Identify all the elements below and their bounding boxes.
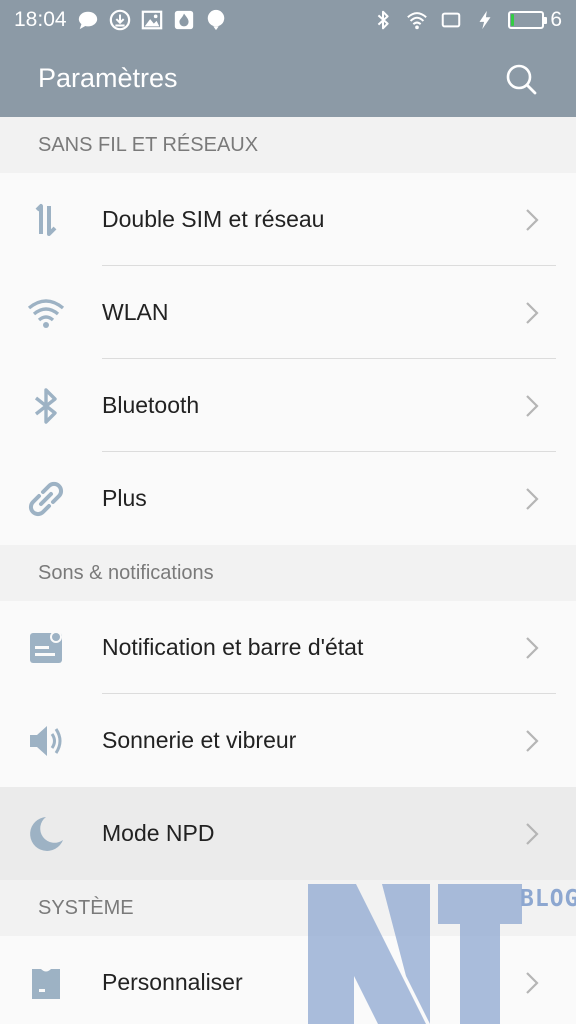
message-icon xyxy=(77,9,99,31)
app-bar: Paramètres xyxy=(0,40,576,117)
chevron-right-icon xyxy=(524,393,540,419)
page-title: Paramètres xyxy=(38,63,178,93)
status-bar: 18:04 6 xyxy=(0,0,576,40)
chevron-right-icon xyxy=(524,207,540,233)
section-header-system: SYSTÈME xyxy=(0,880,576,936)
bluetooth-icon xyxy=(0,386,102,426)
chevron-right-icon xyxy=(524,635,540,661)
bluetooth-icon xyxy=(372,9,394,31)
settings-item-do-not-disturb[interactable]: Mode NPD xyxy=(0,787,576,880)
settings-item-bluetooth[interactable]: Bluetooth xyxy=(0,359,576,452)
wifi-icon xyxy=(406,9,428,31)
section-header-sounds: Sons & notifications xyxy=(0,545,576,601)
dual-sim-icon xyxy=(0,200,102,240)
settings-item-label: Bluetooth xyxy=(102,392,200,418)
chevron-right-icon xyxy=(524,486,540,512)
status-time: 18:04 xyxy=(14,8,67,31)
settings-list: SANS FIL ET RÉSEAUX Double SIM et réseau… xyxy=(0,117,576,1024)
balloon-icon xyxy=(205,9,227,31)
settings-item-label: Personnaliser xyxy=(102,969,243,995)
chevron-right-icon xyxy=(524,821,540,847)
settings-item-wlan[interactable]: WLAN xyxy=(0,266,576,359)
battery-fill xyxy=(511,14,514,26)
settings-item-personalize[interactable]: Personnaliser xyxy=(0,936,576,1024)
screen-icon xyxy=(440,9,462,31)
settings-item-ringtone[interactable]: Sonnerie et vibreur xyxy=(0,694,576,787)
personalize-icon xyxy=(0,963,102,1003)
settings-item-label: Sonnerie et vibreur xyxy=(102,727,297,753)
link-icon xyxy=(0,479,102,519)
settings-item-label: Notification et barre d'état xyxy=(102,634,364,660)
settings-item-label: Double SIM et réseau xyxy=(102,206,325,232)
section-sounds: Notification et barre d'état Sonnerie et… xyxy=(0,601,576,880)
watermark-text: BLOG xyxy=(520,886,576,912)
settings-item-label: WLAN xyxy=(102,299,169,325)
settings-item-dual-sim[interactable]: Double SIM et réseau xyxy=(0,173,576,266)
battery-level: 6 xyxy=(550,8,562,31)
search-icon[interactable] xyxy=(504,62,538,96)
speaker-icon xyxy=(0,721,102,761)
chevron-right-icon xyxy=(524,300,540,326)
wifi-icon xyxy=(0,293,102,333)
battery-icon xyxy=(508,11,548,29)
settings-item-plus[interactable]: Plus xyxy=(0,452,576,545)
status-system-icons: 6 xyxy=(372,8,562,32)
settings-item-label: Plus xyxy=(102,485,147,511)
settings-item-label: Mode NPD xyxy=(102,820,215,846)
section-header-wireless: SANS FIL ET RÉSEAUX xyxy=(0,117,576,173)
notification-icon xyxy=(0,628,102,668)
chevron-right-icon xyxy=(524,970,540,996)
moon-icon xyxy=(0,814,102,854)
settings-item-notification[interactable]: Notification et barre d'état xyxy=(0,601,576,694)
fire-icon xyxy=(173,9,195,31)
image-icon xyxy=(141,9,163,31)
section-wireless: Double SIM et réseau WLAN Bluetooth Plus xyxy=(0,173,576,545)
battery-indicator: 6 xyxy=(508,8,562,32)
download-icon xyxy=(109,9,131,31)
status-notification-icons xyxy=(77,9,227,31)
section-system: Personnaliser xyxy=(0,936,576,1024)
chevron-right-icon xyxy=(524,728,540,754)
charging-icon xyxy=(474,9,496,31)
